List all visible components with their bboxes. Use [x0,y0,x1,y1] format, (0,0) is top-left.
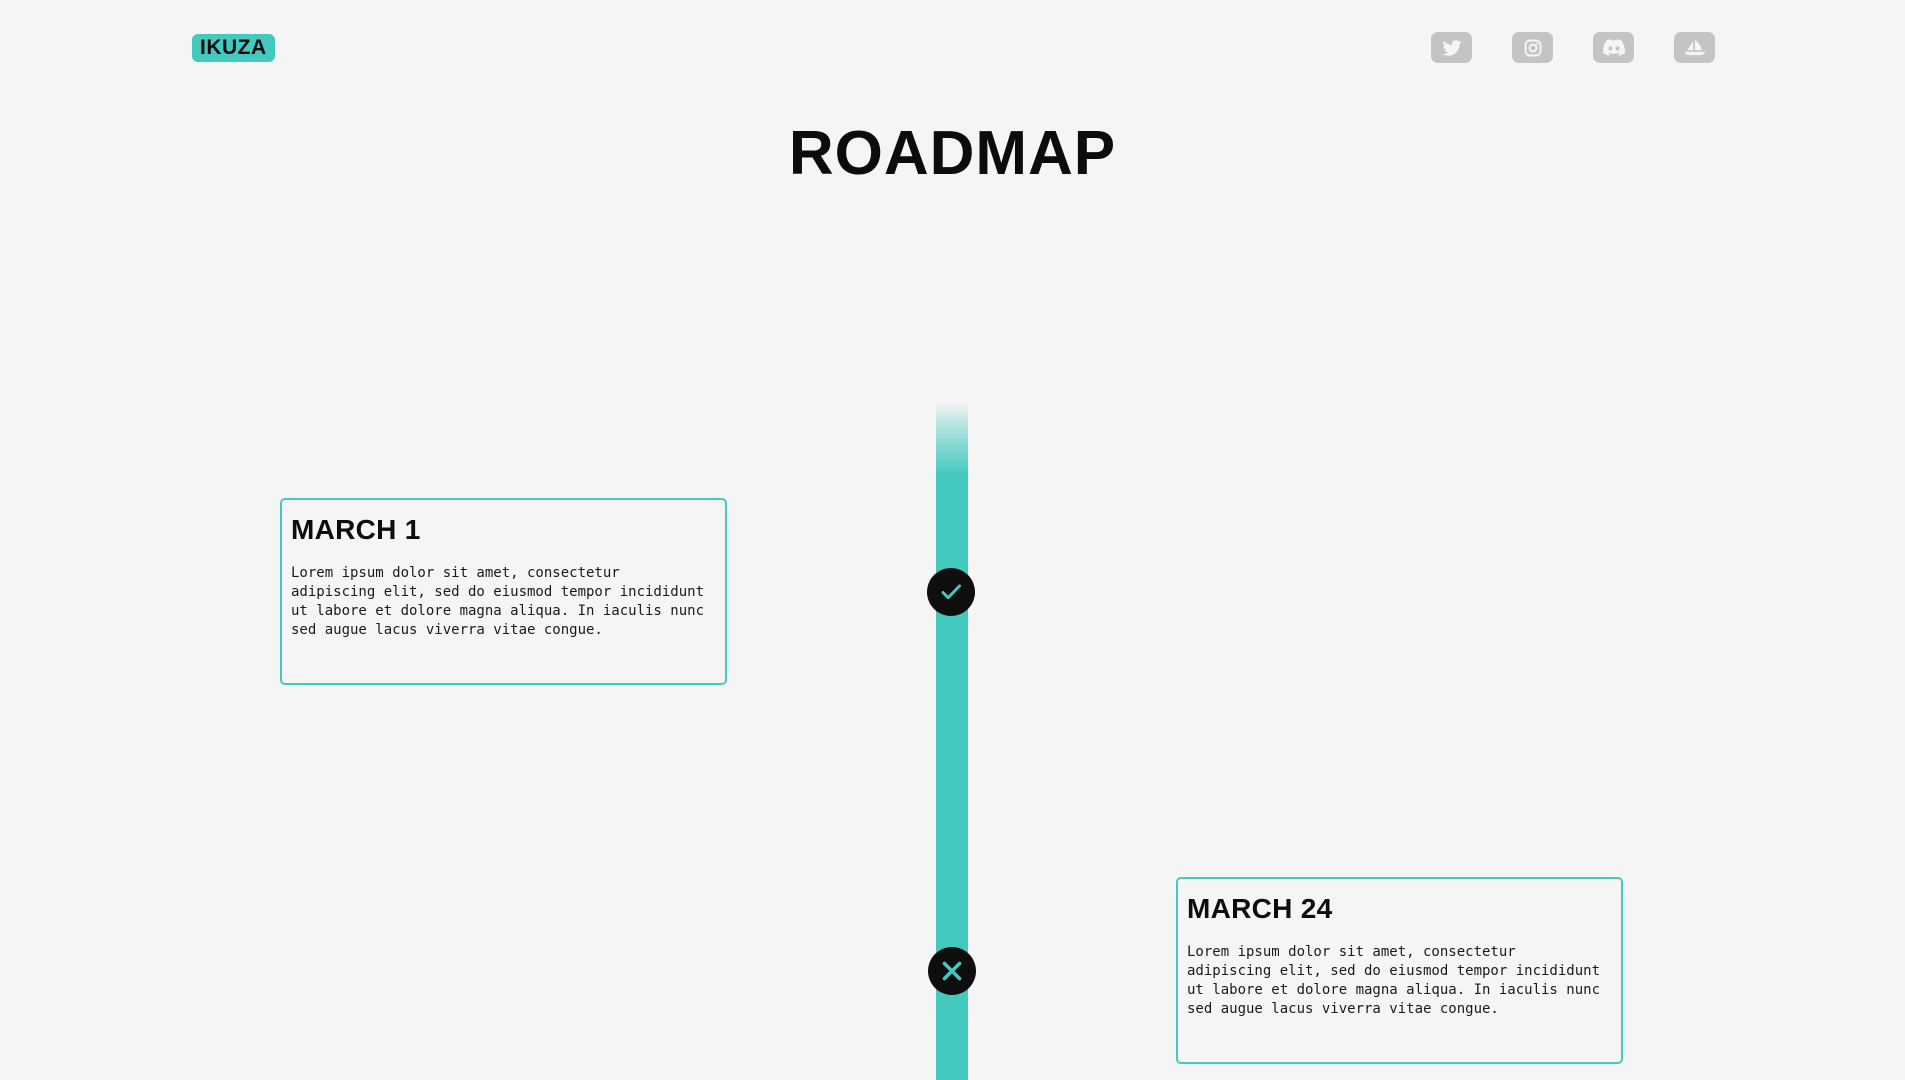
roadmap-card: MARCH 24 Lorem ipsum dolor sit amet, con… [1176,877,1623,1064]
check-icon [941,584,961,600]
opensea-link[interactable] [1674,32,1715,63]
instagram-icon [1524,39,1541,56]
roadmap-description: Lorem ipsum dolor sit amet, consectetur … [1187,944,1601,1017]
logo[interactable]: IKUZA [192,34,275,62]
close-icon [942,961,962,981]
discord-link[interactable] [1593,32,1634,63]
roadmap-page: IKUZA ROADMAP MARCH 1 Lorem ipsum dolor … [0,0,1905,1080]
instagram-link[interactable] [1512,32,1553,63]
roadmap-card: MARCH 1 Lorem ipsum dolor sit amet, cons… [280,498,727,685]
milestone-status-pending [928,947,976,995]
roadmap-description: Lorem ipsum dolor sit amet, consectetur … [291,565,705,638]
twitter-link[interactable] [1431,32,1472,63]
discord-icon [1602,39,1625,56]
social-links [1431,32,1715,63]
page-title: ROADMAP [788,119,1117,188]
twitter-icon [1441,39,1462,56]
roadmap-date: MARCH 24 [1187,893,1333,924]
roadmap-date: MARCH 1 [291,514,421,545]
opensea-icon [1684,39,1705,55]
milestone-status-completed [927,568,975,616]
